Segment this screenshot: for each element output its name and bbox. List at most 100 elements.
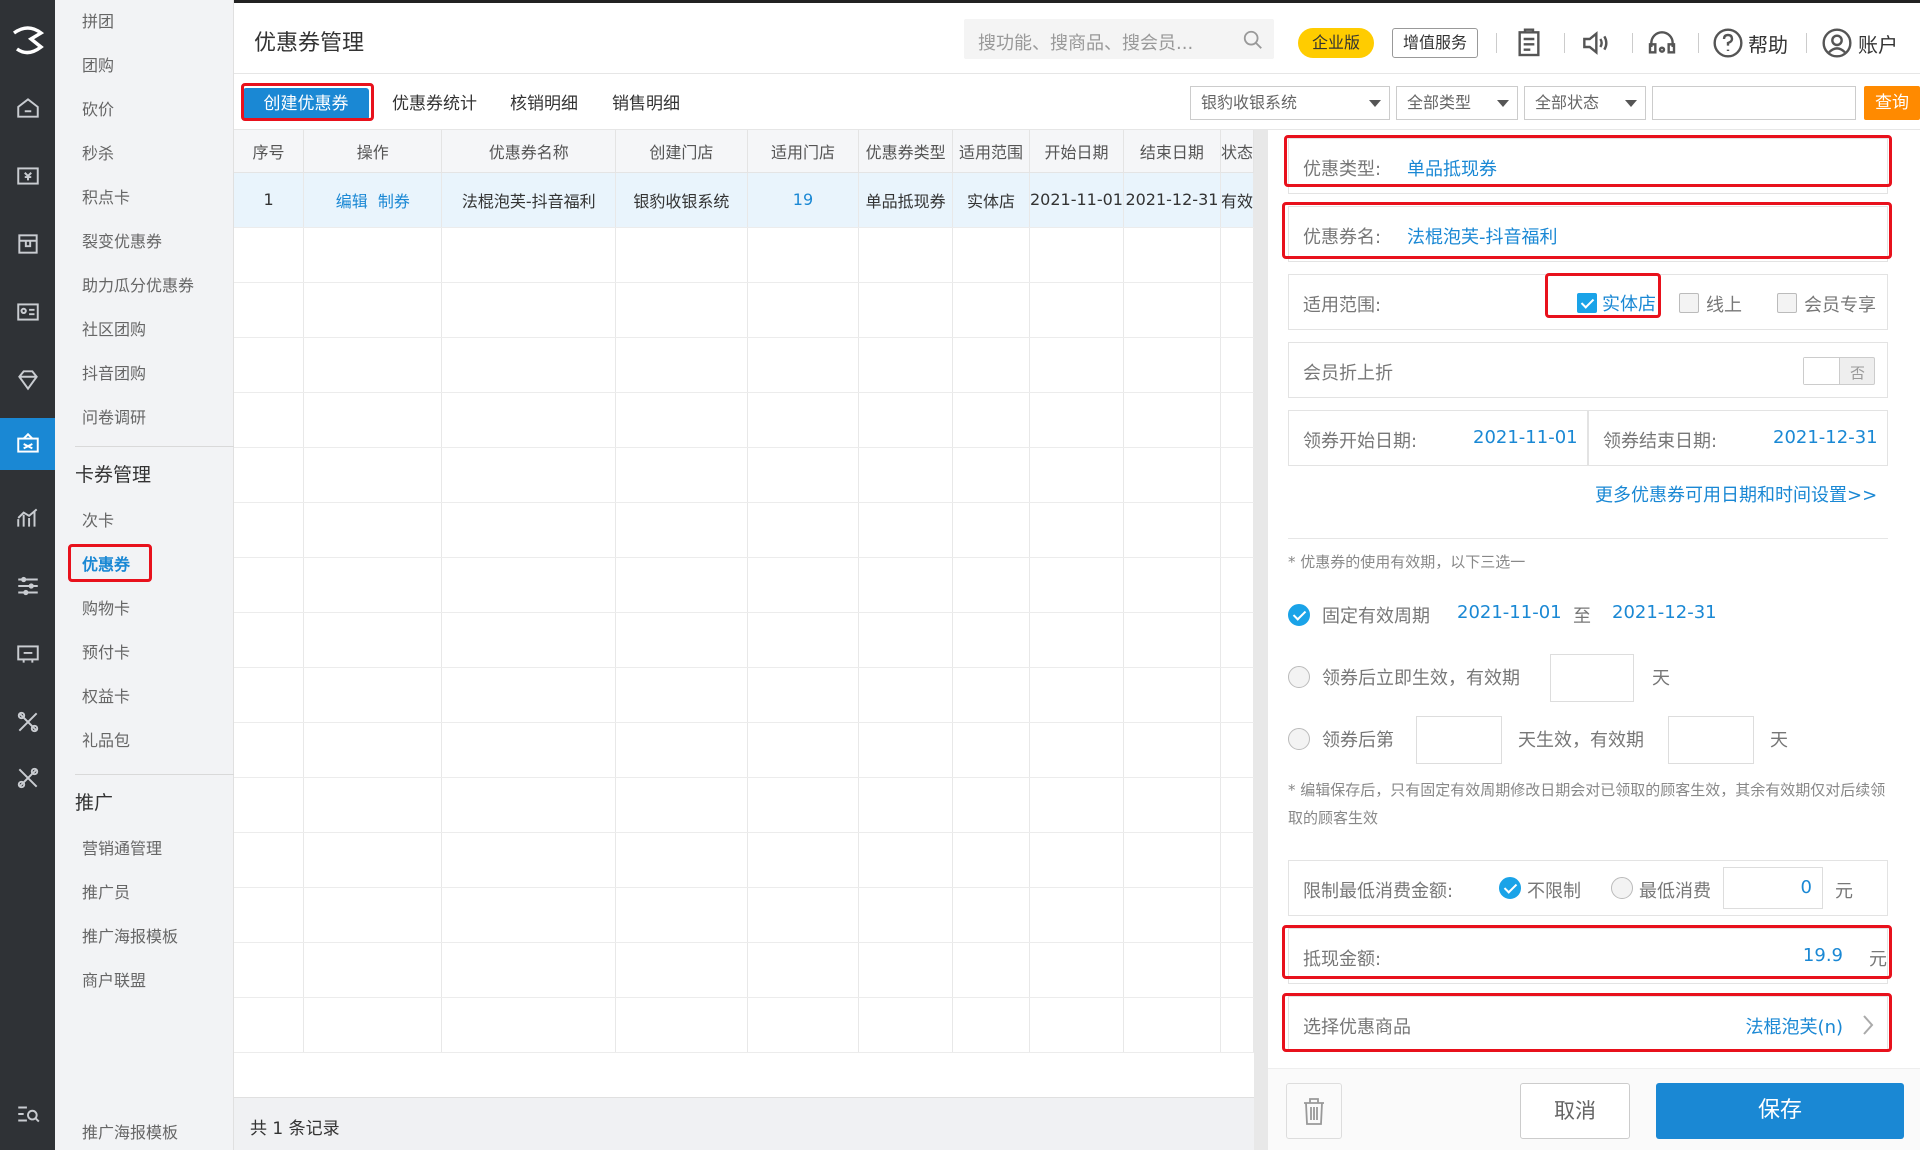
select-goods-row[interactable]: 选择优惠商品 法棍泡芙(n): [1288, 996, 1888, 1052]
fixed-end-date[interactable]: 2021-12-31: [1612, 602, 1717, 623]
edit-link[interactable]: 编辑: [336, 192, 368, 211]
cash-amount-row[interactable]: 抵现金额: 19.9 元: [1288, 928, 1888, 984]
menu-item-community-buy[interactable]: 社区团购: [82, 317, 146, 343]
search-input[interactable]: 搜功能、搜商品、搜会员...: [964, 19, 1274, 59]
menu-item-merchant-alliance[interactable]: 商户联盟: [82, 968, 146, 994]
enterprise-badge[interactable]: 企业版: [1298, 28, 1374, 58]
scope-store-label[interactable]: 实体店: [1602, 290, 1656, 316]
coupon-type-row[interactable]: 优惠类型: 单品抵现券: [1288, 138, 1888, 194]
scope-online-label[interactable]: 线上: [1706, 291, 1742, 317]
system-select[interactable]: 银豹收银系统: [1190, 86, 1390, 120]
menu-item-poster-template[interactable]: 推广海报模板: [82, 924, 178, 950]
clipboard-icon[interactable]: [1513, 27, 1545, 59]
scope-store-checkbox[interactable]: [1577, 293, 1597, 313]
menu-item-fission-coupon[interactable]: 裂变优惠券: [82, 229, 162, 255]
claim-start-row[interactable]: 领券开始日期: 2021-11-01: [1288, 410, 1588, 466]
app-logo-icon[interactable]: [0, 14, 55, 66]
marketing-icon[interactable]: [0, 418, 55, 470]
menu-item-points-card[interactable]: 积点卡: [82, 185, 130, 211]
scope-online-checkbox[interactable]: [1679, 293, 1699, 313]
menu-item-coupon[interactable]: 优惠券: [82, 552, 130, 578]
help-icon[interactable]: [1712, 27, 1744, 59]
menu-item-assist-coupon[interactable]: 助力瓜分优惠券: [82, 273, 194, 299]
menu-item-promoter[interactable]: 推广员: [82, 880, 130, 906]
keyword-input[interactable]: [1652, 86, 1856, 120]
delayed-radio[interactable]: [1288, 728, 1310, 750]
search-icon[interactable]: [1242, 29, 1264, 51]
menu-section-promo: 推广: [75, 792, 114, 814]
menu-item-poster-template-bottom[interactable]: 推广海报模板: [82, 1120, 178, 1146]
make-coupon-link[interactable]: 制券: [378, 192, 410, 211]
query-button[interactable]: 查询: [1864, 86, 1920, 120]
menu-item-flash-sale[interactable]: 秒杀: [82, 141, 114, 167]
no-limit-radio[interactable]: [1499, 877, 1521, 899]
scope-member-checkbox[interactable]: [1777, 293, 1797, 313]
more-settings-link[interactable]: 更多优惠券可用日期和时间设置>>: [1595, 481, 1877, 507]
speaker-icon[interactable]: [1579, 27, 1611, 59]
cancel-button[interactable]: 取消: [1520, 1083, 1630, 1139]
menu-item-shopping-card[interactable]: 购物卡: [82, 596, 130, 622]
fixed-period-label: 固定有效周期: [1322, 606, 1430, 627]
diamond-icon[interactable]: [0, 354, 55, 406]
panel-splitter[interactable]: [1254, 130, 1268, 1150]
min-spend-value: 0: [1800, 877, 1812, 898]
page-title: 优惠券管理: [254, 31, 365, 56]
menu-item-team-buy[interactable]: 团购: [82, 53, 114, 79]
delay-valid-days-input[interactable]: [1668, 716, 1754, 764]
menu-item-marketing-mgmt[interactable]: 营销通管理: [82, 836, 162, 862]
cash-amount-label: 抵现金额:: [1303, 949, 1382, 970]
fixed-start-date[interactable]: 2021-11-01: [1457, 602, 1562, 623]
settings-sliders-icon[interactable]: [0, 560, 55, 612]
status-select[interactable]: 全部状态: [1524, 86, 1646, 120]
min-spend-radio[interactable]: [1611, 877, 1633, 899]
tools-icon[interactable]: [0, 696, 55, 748]
help-link[interactable]: 帮助: [1748, 29, 1788, 58]
table-row-empty: [234, 997, 1255, 1053]
device-icon[interactable]: [0, 628, 55, 680]
member-discount-toggle[interactable]: 否: [1803, 357, 1875, 385]
cell-start: 2021-11-01: [1029, 172, 1124, 228]
analytics-icon[interactable]: [0, 492, 55, 544]
member-card-icon[interactable]: [0, 286, 55, 338]
tab-sales-detail[interactable]: 销售明细: [612, 88, 680, 120]
menu-item-group-buy[interactable]: 拼团: [82, 9, 114, 35]
delay-days-input[interactable]: [1416, 716, 1502, 764]
create-coupon-button[interactable]: 创建优惠券: [243, 88, 369, 120]
delete-button[interactable]: [1286, 1083, 1342, 1139]
fixed-period-radio[interactable]: [1288, 604, 1310, 626]
save-button[interactable]: 保存: [1656, 1083, 1904, 1139]
account-icon[interactable]: [1821, 27, 1853, 59]
scope-member-label[interactable]: 会员专享: [1804, 291, 1876, 317]
menu-item-survey[interactable]: 问卷调研: [82, 405, 146, 431]
delayed-label: 领券后第: [1322, 730, 1394, 751]
immediate-days-input[interactable]: [1550, 654, 1634, 702]
menu-item-bargain[interactable]: 砍价: [82, 97, 114, 123]
headset-icon[interactable]: [1646, 27, 1678, 59]
day-unit-label: 天: [1652, 668, 1670, 689]
type-select[interactable]: 全部类型: [1396, 86, 1518, 120]
menu-item-benefit-card[interactable]: 权益卡: [82, 684, 130, 710]
value-added-button[interactable]: 增值服务: [1392, 28, 1478, 58]
min-spend-input[interactable]: 0: [1723, 867, 1823, 909]
coupon-name-row[interactable]: 优惠券名: 法棍泡芙-抖音福利: [1288, 206, 1888, 262]
top-bar: 优惠券管理 搜功能、搜商品、搜会员... 企业版 增值服务 帮助 账户: [234, 0, 1920, 74]
menu-search-icon[interactable]: [0, 1088, 55, 1140]
tab-verify-detail[interactable]: 核销明细: [510, 88, 578, 120]
home-icon[interactable]: [0, 82, 55, 134]
chevron-down-icon: [1369, 100, 1381, 107]
tab-coupon-stats[interactable]: 优惠券统计: [392, 88, 477, 120]
immediate-radio[interactable]: [1288, 666, 1310, 688]
scope-row: 适用范围: 实体店 线上 会员专享: [1288, 274, 1888, 330]
stores-count-link[interactable]: 19: [793, 190, 813, 209]
plugin-icon[interactable]: [0, 752, 55, 804]
table-row[interactable]: 1 编辑 制券 法棍泡芙-抖音福利 银豹收银系统 19 单品抵现券 实体店 20…: [234, 172, 1255, 228]
cashier-icon[interactable]: [0, 150, 55, 202]
claim-end-row[interactable]: 领券结束日期: 2021-12-31: [1588, 410, 1888, 466]
scope-label: 适用范围:: [1303, 295, 1382, 316]
store-icon[interactable]: [0, 218, 55, 270]
menu-item-prepaid-card[interactable]: 预付卡: [82, 640, 130, 666]
menu-item-times-card[interactable]: 次卡: [82, 508, 114, 534]
account-link[interactable]: 账户: [1858, 29, 1898, 58]
menu-item-douyin-buy[interactable]: 抖音团购: [82, 361, 146, 387]
menu-item-gift-pack[interactable]: 礼品包: [82, 728, 130, 754]
